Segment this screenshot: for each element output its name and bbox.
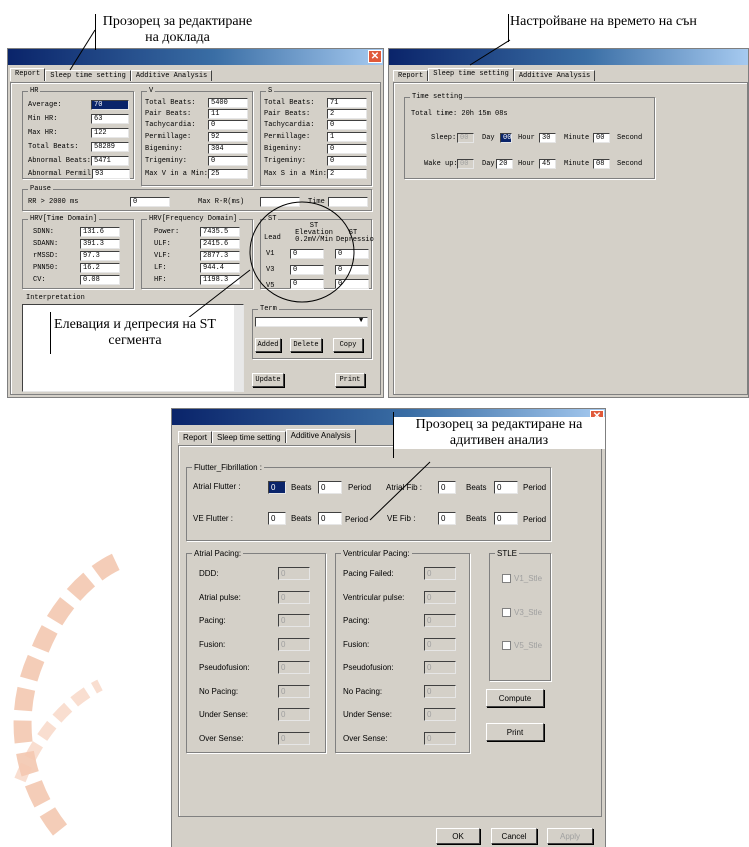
- callout-bracket: [508, 14, 509, 42]
- callout-bracket: [50, 312, 51, 354]
- callout-additive-editor: Прозорец за редактиране на адитивен анал…: [393, 417, 605, 449]
- callout-lines: [69, 29, 511, 521]
- callout-st-segment: Елевация и депресия на ST сегмента: [50, 317, 220, 349]
- callout-report-editor: Прозорец за редактиране на доклада: [95, 14, 260, 46]
- callout-sleep-time: Настройване на времето на сън: [510, 14, 749, 30]
- callout-bracket: [393, 412, 394, 458]
- callout-bracket: [95, 14, 96, 50]
